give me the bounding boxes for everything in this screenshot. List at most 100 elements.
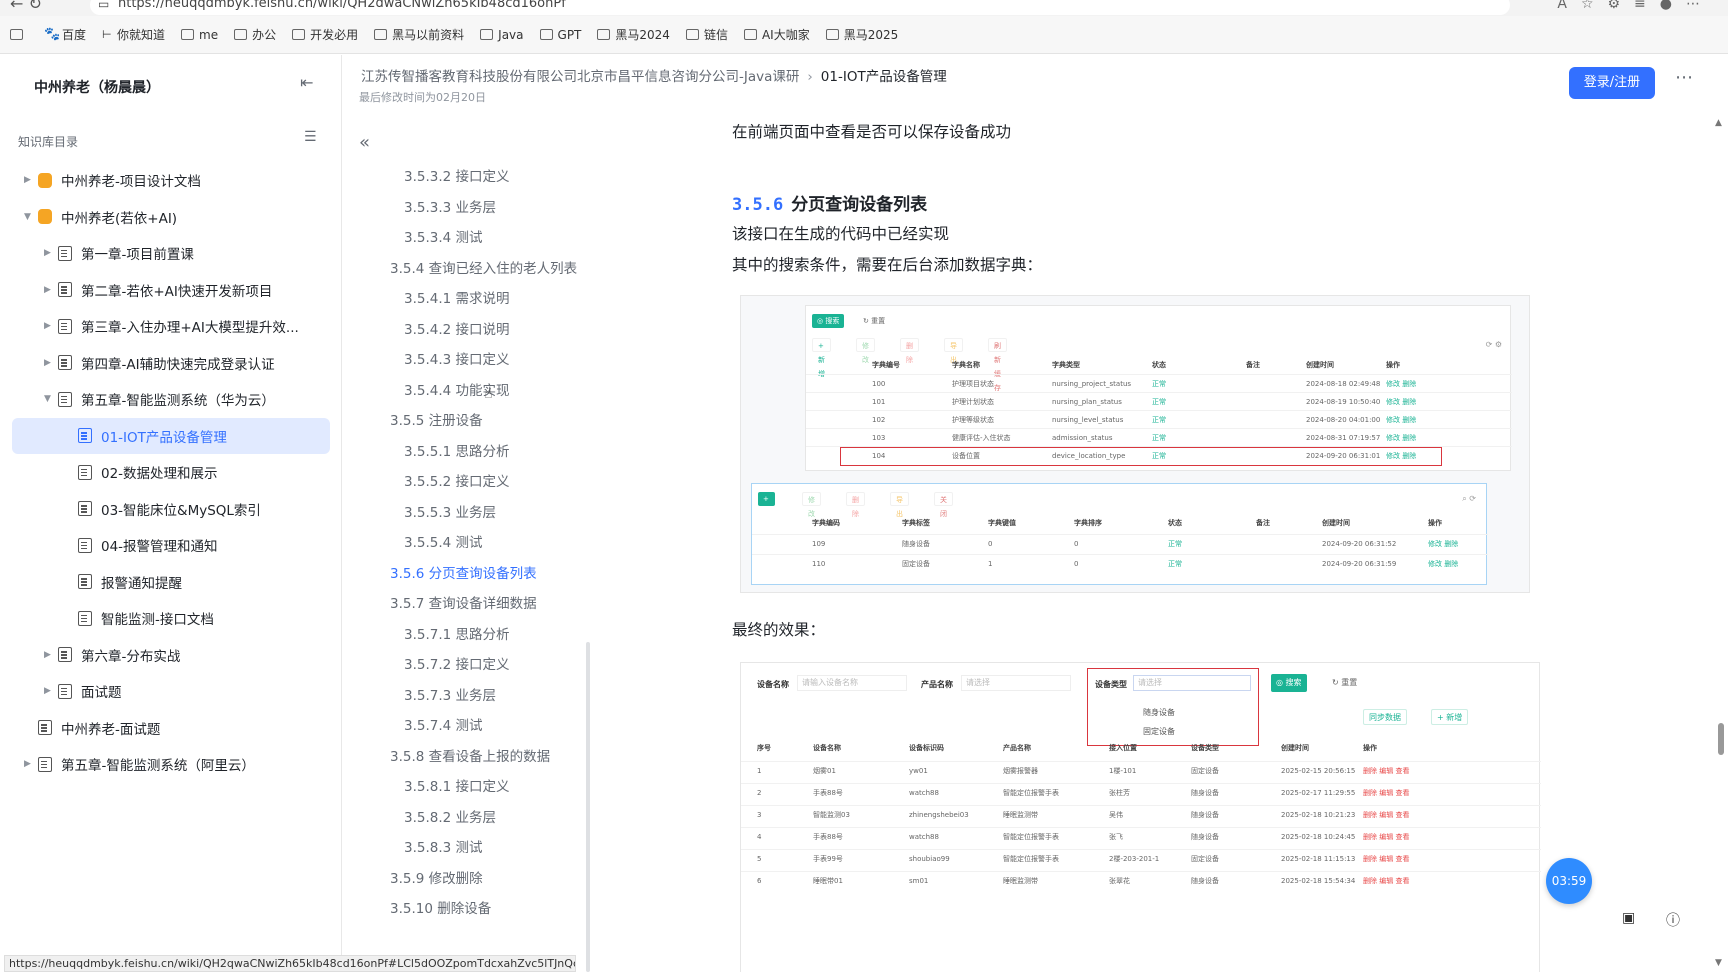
row-actions[interactable]: 修改 删除	[1386, 379, 1416, 389]
page-info-icon[interactable]: ▭	[98, 0, 109, 13]
refresh-icon[interactable]: ⟳ ⚙	[1486, 340, 1502, 349]
outline-item[interactable]: 3.5.8.1 接口定义	[343, 772, 595, 803]
caret-right-icon[interactable]: ▶	[44, 248, 54, 258]
sidebar-item[interactable]: ▼ 第五章-智能监测系统（华为云）	[0, 381, 342, 418]
row-actions[interactable]: 修改 删除	[1386, 397, 1416, 407]
dict-search-button[interactable]: ◎ 搜索	[812, 314, 845, 328]
outline-item[interactable]: 3.5.7 查询设备详细数据	[343, 589, 595, 620]
caret-right-icon[interactable]: ▶	[44, 358, 54, 368]
sidebar-item[interactable]: 03-智能床位&MySQL索引	[0, 491, 342, 528]
outline-item[interactable]: 3.5.7.2 接口定义	[343, 650, 595, 681]
toolbar-button[interactable]: 关闭	[934, 492, 953, 518]
caret-right-icon[interactable]: ▶	[24, 759, 34, 769]
sidebar-item[interactable]: 智能监测-接口文档	[0, 600, 342, 637]
scroll-down-icon[interactable]: ▼	[1715, 958, 1722, 968]
outline-item[interactable]: 3.5.3.3 业务层	[343, 193, 595, 224]
login-register-button[interactable]: 登录/注册	[1569, 67, 1655, 99]
bookmark-item[interactable]: AI大咖家	[743, 26, 810, 43]
browser-toolbar-icons[interactable]: A☆⚙≡●⋯	[1557, 0, 1714, 12]
help-icon[interactable]: ⓘ	[1666, 910, 1680, 930]
sidebar-item[interactable]: ▶ 第二章-若依+AI快速开发新项目	[0, 272, 342, 309]
bookmark-item[interactable]: 开发必用	[292, 26, 358, 43]
outline-item[interactable]: 3.5.3.4 测试	[343, 223, 595, 254]
outline-item[interactable]: 3.5.4.2 接口说明	[343, 315, 595, 346]
outline-item[interactable]: 3.5.5.3 业务层	[343, 498, 595, 529]
sidebar-item[interactable]: ▶ 中州养老-项目设计文档	[0, 162, 342, 199]
toolbar-button[interactable]: + 新增	[812, 338, 831, 378]
toolbar-button[interactable]: 修改	[802, 492, 821, 518]
row-actions[interactable]: 修改 删除	[1386, 433, 1416, 443]
caret-right-icon[interactable]: ▶	[44, 686, 54, 696]
outline-item[interactable]: 3.5.10 删除设备	[343, 894, 595, 925]
outline-item[interactable]: 3.5.4.3 接口定义	[343, 345, 595, 376]
dict-reset-button[interactable]: ↻ 重置	[858, 314, 890, 328]
row-actions[interactable]: 删除 编辑 查看	[1363, 810, 1409, 820]
product-name-select[interactable]: 请选择	[961, 675, 1071, 691]
bookmark-item[interactable]: ⊢ 你就知道	[102, 26, 165, 43]
outline-item[interactable]: 3.5.8.3 测试	[343, 833, 595, 864]
row-actions[interactable]: 修改 删除	[1428, 559, 1458, 569]
dropdown-option-carry[interactable]: 随身设备	[1143, 707, 1175, 718]
sync-data-button[interactable]: 同步数据	[1363, 709, 1407, 725]
caret-down-icon[interactable]: ▼	[24, 212, 34, 222]
outline-item[interactable]: 3.5.4.1 需求说明	[343, 284, 595, 315]
collapse-sidebar-icon[interactable]: ⇤	[300, 73, 313, 92]
outline-item[interactable]: 3.5.5.1 思路分析	[343, 437, 595, 468]
sidebar-item[interactable]: 01-IOT产品设备管理	[12, 417, 330, 454]
toolbar-button[interactable]: 修改	[856, 338, 875, 364]
refresh-icon[interactable]: ⌕ ⟳	[1462, 494, 1476, 504]
bookmark-item[interactable]: 黑马2024	[597, 26, 670, 43]
sidebar-item[interactable]: ▶ 面试题	[0, 673, 342, 710]
outline-item[interactable]: 3.5.5.2 接口定义	[343, 467, 595, 498]
row-actions[interactable]: 删除 编辑 查看	[1363, 766, 1409, 776]
sidebar-item[interactable]: 04-报警管理和通知	[0, 527, 342, 564]
add-device-button[interactable]: + 新增	[1431, 709, 1469, 725]
device-reset-button[interactable]: ↻ 重置	[1327, 674, 1362, 692]
recording-timer[interactable]: 03:59	[1546, 858, 1592, 904]
device-type-select[interactable]: 请选择	[1133, 675, 1251, 691]
row-actions[interactable]: 修改 删除	[1428, 539, 1458, 549]
toolbar-button[interactable]: 删除	[900, 338, 919, 364]
row-actions[interactable]: 修改 删除	[1386, 415, 1416, 425]
bookmark-item[interactable]: 黑马以前资料	[374, 26, 464, 43]
sidebar-item[interactable]: ▼ 中州养老(若依+AI)	[0, 199, 342, 236]
list-settings-icon[interactable]: ☰	[304, 129, 317, 145]
device-search-button[interactable]: ◎ 搜索	[1271, 674, 1307, 692]
toolbar-button[interactable]: 导出	[890, 492, 909, 518]
more-options-icon[interactable]: ⋯	[1675, 67, 1694, 88]
collapse-outline-icon[interactable]: «	[359, 132, 370, 153]
bookmark-item[interactable]: 链信	[685, 26, 728, 43]
toolbar-button[interactable]: + 新增	[758, 492, 775, 531]
bookmark-item[interactable]: Java	[480, 28, 524, 42]
sidebar-item[interactable]: 02-数据处理和展示	[0, 454, 342, 491]
bookmark-item[interactable]: me	[181, 28, 218, 42]
outline-item[interactable]: 3.5.8 查看设备上报的数据	[343, 742, 595, 773]
sidebar-item[interactable]: ▶ 第六章-分布实战	[0, 637, 342, 674]
toolbar-button[interactable]: 删除	[846, 492, 865, 518]
outline-item[interactable]: 3.5.4.4 功能实现	[343, 376, 595, 407]
sidebar-item[interactable]: ▶ 第一章-项目前置课	[0, 235, 342, 272]
outline-item[interactable]: 3.5.7.4 测试	[343, 711, 595, 742]
toolbar-button[interactable]: 导出	[944, 338, 963, 364]
outline-item[interactable]: 3.5.7.3 业务层	[343, 681, 595, 712]
bookmark-item[interactable]: GPT	[539, 28, 581, 42]
device-name-input[interactable]: 请输入设备名称	[797, 675, 907, 691]
outline-item[interactable]: 3.5.3.2 接口定义	[343, 162, 595, 193]
scroll-up-icon[interactable]: ▲	[1715, 118, 1722, 128]
outline-item[interactable]: 3.5.4 查询已经入住的老人列表	[343, 254, 595, 285]
document-scrollbar[interactable]	[1718, 723, 1724, 755]
back-forward-icon[interactable]: ← ↻	[10, 0, 42, 13]
caret-right-icon[interactable]: ▶	[44, 285, 54, 295]
sidebar-item[interactable]: ▶ 第三章-入住办理+AI大模型提升效...	[0, 308, 342, 345]
toolbar-button[interactable]: 刷新缓存	[988, 338, 1007, 392]
bookmark-item[interactable]: 黑马2025	[825, 26, 898, 43]
outline-item[interactable]: 3.5.8.2 业务层	[343, 803, 595, 834]
row-actions[interactable]: 删除 编辑 查看	[1363, 788, 1409, 798]
outline-item[interactable]: 3.5.7.1 思路分析	[343, 620, 595, 651]
caret-right-icon[interactable]: ▶	[24, 175, 34, 185]
bookmark-item[interactable]: 办公	[234, 26, 276, 43]
row-actions[interactable]: 删除 编辑 查看	[1363, 876, 1409, 886]
sidebar-item[interactable]: ▶ 第四章-AI辅助快速完成登录认证	[0, 345, 342, 382]
outline-item[interactable]: 3.5.9 修改删除	[343, 864, 595, 895]
caret-down-icon[interactable]: ▼	[44, 394, 54, 404]
